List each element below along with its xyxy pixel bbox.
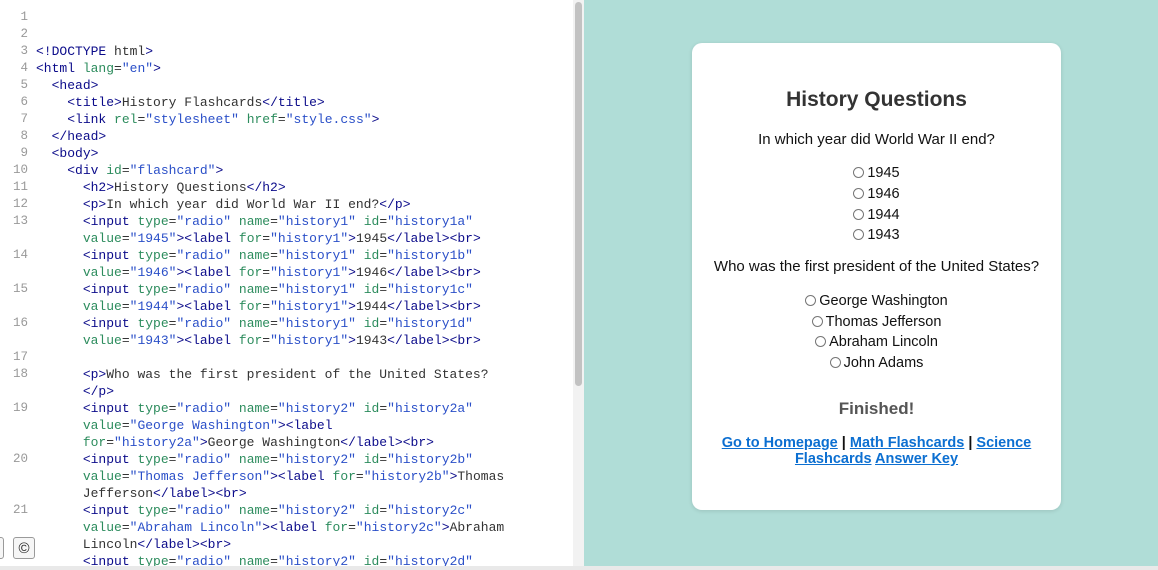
code-text: Lincoln</label><br> — [36, 537, 232, 552]
code-text: <input type="radio" name="history2" id="… — [82, 401, 473, 416]
line-number: 21 — [12, 503, 28, 517]
code-text: <h2>History Questions</h2> — [82, 180, 286, 195]
radio-button[interactable] — [829, 356, 841, 368]
link-separator: | — [968, 435, 973, 451]
line-number: 12 — [12, 197, 28, 211]
code-text: <body> — [51, 146, 99, 161]
radio-button[interactable] — [853, 166, 865, 178]
code-text: <head> — [51, 78, 99, 93]
radio-button[interactable] — [853, 228, 865, 240]
radio-button[interactable] — [853, 208, 865, 220]
line-number: 3 — [20, 44, 28, 58]
toolbar-button[interactable] — [0, 537, 4, 559]
radio-button[interactable] — [811, 315, 823, 327]
line-number: 10 — [12, 163, 28, 177]
answer-key-link[interactable]: Answer Key — [875, 451, 958, 467]
line-number: 9 — [20, 146, 28, 160]
line-number: 19 — [12, 401, 28, 415]
code-text: value="Thomas Jefferson"><label for="his… — [82, 469, 505, 484]
option-label: Thomas Jefferson — [825, 314, 942, 330]
homepage-link[interactable]: Go to Homepage — [722, 435, 838, 451]
q2-option-george-washington[interactable]: George Washington — [692, 291, 1061, 311]
code-text: for="history2a">George Washington</label… — [82, 435, 434, 450]
line-number: 6 — [20, 95, 28, 109]
line-number: 15 — [12, 282, 28, 296]
q2-option-john-adams[interactable]: John Adams — [692, 353, 1061, 373]
q2-option-thomas-jefferson[interactable]: Thomas Jefferson — [692, 312, 1061, 332]
math-flashcards-link[interactable]: Math Flashcards — [850, 435, 964, 451]
code-text: <input type="radio" name="history2" id="… — [82, 452, 473, 467]
code-text: Jefferson</label><br> — [36, 486, 247, 501]
line-number: 1 — [20, 10, 28, 24]
flashcard: History Questions In which year did Worl… — [692, 43, 1061, 510]
option-label: 1946 — [867, 186, 900, 202]
code-text: value="1943"><label for="history1">1943<… — [82, 333, 481, 348]
option-label: George Washington — [819, 293, 948, 309]
code-text: <p>In which year did World War II end?</… — [82, 197, 411, 212]
code-text: <html lang="en"> — [36, 61, 161, 76]
code-text: </head> — [51, 129, 107, 144]
code-text: <input type="radio" name="history2" id="… — [82, 503, 473, 518]
q1-option-1945[interactable]: 1945 — [692, 163, 1061, 183]
copyright-button[interactable]: © — [13, 537, 35, 559]
line-number: 2 — [20, 27, 28, 41]
radio-button[interactable] — [815, 335, 827, 347]
code-text: <!DOCTYPE html> — [36, 44, 154, 59]
line-number: 18 — [12, 367, 28, 381]
code-text: <input type="radio" name="history2" id="… — [82, 554, 473, 566]
line-number: 5 — [20, 78, 28, 92]
code-text: <input type="radio" name="history1" id="… — [82, 316, 473, 331]
line-number: 16 — [12, 316, 28, 330]
radio-button[interactable] — [805, 294, 817, 306]
line-number: 14 — [12, 248, 28, 262]
q1-option-1944[interactable]: 1944 — [692, 205, 1061, 225]
option-label: Abraham Lincoln — [829, 334, 938, 350]
page-title: History Questions — [786, 88, 967, 111]
code-text: value="Abraham Lincoln"><label for="hist… — [82, 520, 505, 535]
code-text: <input type="radio" name="history1" id="… — [82, 248, 473, 263]
line-number: 11 — [12, 180, 28, 194]
code-text: </p> — [82, 384, 115, 399]
line-number: 7 — [20, 112, 28, 126]
code-text: <input type="radio" name="history1" id="… — [82, 282, 473, 297]
option-label: 1945 — [867, 165, 900, 181]
code-text: value="1946"><label for="history1">1946<… — [82, 265, 481, 280]
code-text: value="1944"><label for="history1">1944<… — [82, 299, 481, 314]
link-separator: | — [841, 435, 846, 451]
code-text: value="George Washington"><label — [82, 418, 333, 433]
editor-scrollbar-thumb[interactable] — [575, 2, 582, 386]
q1-option-1943[interactable]: 1943 — [692, 225, 1061, 245]
line-number: 17 — [12, 350, 28, 364]
bottom-edge — [0, 566, 1158, 570]
navigation-links: Go to Homepage | Math Flashcards | Scien… — [712, 435, 1041, 467]
option-label: John Adams — [843, 355, 924, 371]
code-text: <link rel="stylesheet" href="style.css"> — [67, 112, 380, 127]
question-1-text: In which year did World War II end? — [758, 131, 995, 148]
line-number: 20 — [12, 452, 28, 466]
code-text: <div id="flashcard"> — [67, 163, 224, 178]
radio-button[interactable] — [853, 187, 865, 199]
q2-option-abraham-lincoln[interactable]: Abraham Lincoln — [692, 332, 1061, 352]
line-number: 4 — [20, 61, 28, 75]
question-2-text: Who was the first president of the Unite… — [713, 258, 1040, 275]
q1-option-1946[interactable]: 1946 — [692, 184, 1061, 204]
option-label: 1943 — [867, 227, 900, 243]
code-text: <input type="radio" name="history1" id="… — [82, 214, 473, 229]
line-number: 13 — [12, 214, 28, 228]
finished-text: Finished! — [838, 399, 915, 418]
code-text: <p>Who was the first president of the Un… — [82, 367, 489, 382]
code-editor[interactable]: 1 2 3 <!DOCTYPE html> 4 <html lang="en"> 5 <he… — [0, 0, 584, 566]
preview-pane: History Questions In which year did Worl… — [584, 0, 1158, 566]
code-text: value="1945"><label for="history1">1945<… — [82, 231, 481, 246]
option-label: 1944 — [867, 207, 900, 223]
line-number: 8 — [20, 129, 28, 143]
code-text: <title>History Flashcards</title> — [67, 95, 325, 110]
